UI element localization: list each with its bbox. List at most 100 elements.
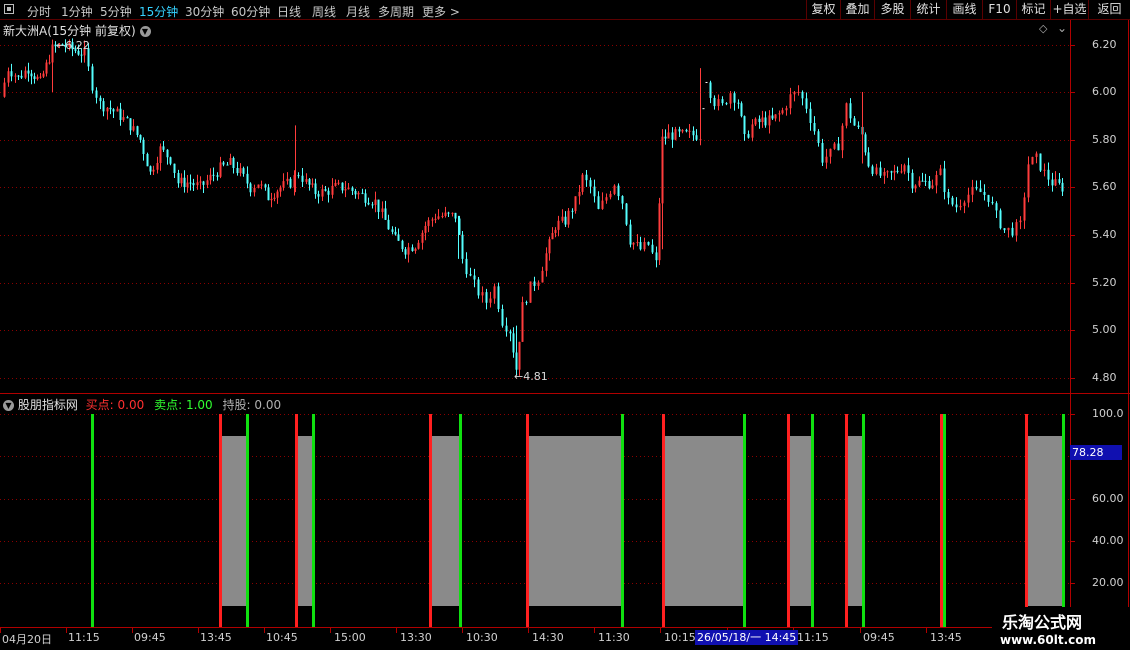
sell-signal-line — [1062, 414, 1065, 627]
candle-body — [678, 129, 681, 132]
time-axis-tick: 13:30 — [400, 631, 432, 644]
candle-body — [567, 210, 570, 225]
candle-body — [95, 90, 98, 98]
candle-body — [713, 97, 716, 107]
candle-body — [146, 154, 149, 167]
buy-signal-line — [219, 414, 222, 627]
candle-body — [129, 118, 132, 131]
candle-body — [226, 164, 229, 166]
candle-body — [286, 178, 289, 182]
candle-body — [321, 189, 324, 197]
candle-body — [554, 229, 557, 234]
candle-body — [890, 171, 893, 173]
candle-body — [159, 146, 162, 164]
candle-body — [109, 107, 112, 110]
candle-body — [347, 187, 350, 190]
candle-body — [39, 76, 42, 78]
candle-body — [481, 292, 484, 296]
time-axis-tick: 11:15 — [797, 631, 829, 644]
indicator-axis-tick: 20.00 — [1092, 576, 1124, 589]
candle-body — [849, 103, 852, 119]
candle-body — [407, 247, 410, 255]
hold-value: 0.00 — [254, 398, 282, 412]
candle-body — [911, 172, 914, 189]
candle-body — [273, 197, 276, 199]
candle-body — [119, 108, 122, 120]
candle-body — [907, 165, 910, 173]
sell-signal-line — [312, 414, 315, 627]
candle-body — [361, 192, 364, 194]
candle-body — [674, 129, 677, 140]
candle-body — [317, 194, 320, 197]
candle-body — [7, 71, 10, 83]
candle-body — [893, 170, 896, 173]
candle-body — [733, 93, 736, 103]
candle-body — [896, 170, 899, 172]
candle-body — [314, 183, 317, 195]
candle-body — [451, 212, 454, 214]
candle-body — [27, 70, 30, 74]
candle-body — [431, 219, 434, 221]
candle-body — [537, 282, 540, 286]
buy-value: 0.00 — [117, 398, 145, 412]
buy-signal-line — [1025, 414, 1028, 627]
candle-body — [737, 102, 740, 104]
candle-body — [501, 308, 504, 326]
candle-body — [414, 248, 417, 252]
candle-body — [308, 179, 311, 185]
candle-body — [999, 210, 1002, 229]
candle-body — [695, 135, 698, 140]
candle-body — [196, 182, 199, 186]
candle-body — [279, 187, 282, 192]
price-axis-tick: 5.00 — [1092, 323, 1117, 336]
candle-body — [1061, 182, 1064, 192]
candle-body — [825, 156, 828, 163]
candle-body — [1058, 179, 1061, 183]
candle-body — [864, 134, 867, 153]
chevron-down-icon[interactable]: ▼ — [3, 400, 14, 411]
candle-body — [169, 157, 172, 164]
candle-body — [260, 184, 263, 186]
candle-body — [512, 333, 515, 353]
candle-body — [102, 101, 105, 112]
watermark-title: 乐淘公式网 — [1002, 613, 1083, 632]
candle-body — [267, 187, 270, 201]
candle-body — [341, 182, 344, 191]
candle-body — [632, 242, 635, 245]
candle-body — [609, 193, 612, 198]
candle-body — [995, 203, 998, 211]
candle-body — [939, 168, 942, 175]
hold-region — [663, 436, 744, 606]
candle-body — [857, 125, 860, 127]
candle-body — [384, 208, 387, 220]
sell-signal-line — [811, 414, 814, 627]
candle-body — [222, 162, 225, 165]
chevron-down-icon[interactable]: ⌄ — [1057, 21, 1067, 35]
buy-signal-line — [940, 414, 943, 627]
candle-body — [951, 197, 954, 205]
candle-body — [142, 139, 145, 155]
sell-signal-line — [862, 414, 865, 627]
diamond-icon[interactable]: ◇ — [1039, 22, 1047, 35]
candle-body — [725, 103, 728, 105]
watermark: 乐淘公式网 www.60lt.com — [992, 607, 1130, 650]
candle-body — [1039, 153, 1042, 171]
candle-body — [983, 191, 986, 195]
candle-body — [1019, 220, 1022, 223]
candle-body — [493, 286, 496, 299]
candle-body — [401, 240, 404, 250]
candle-body — [903, 165, 906, 172]
candle-body — [377, 199, 380, 212]
chevron-down-icon[interactable]: ▼ — [139, 26, 151, 37]
candle-body — [758, 118, 761, 123]
candle-body — [914, 185, 917, 189]
candle-body — [357, 192, 360, 195]
candle-body — [685, 129, 688, 132]
candle-body — [764, 117, 767, 126]
candle-body — [761, 117, 764, 123]
candle-body — [485, 292, 488, 303]
cursor-time-label: 26/05/18/一 14:45 — [695, 630, 799, 645]
candle-body — [465, 258, 468, 275]
candle-body — [963, 202, 966, 206]
candle-body — [246, 173, 249, 184]
